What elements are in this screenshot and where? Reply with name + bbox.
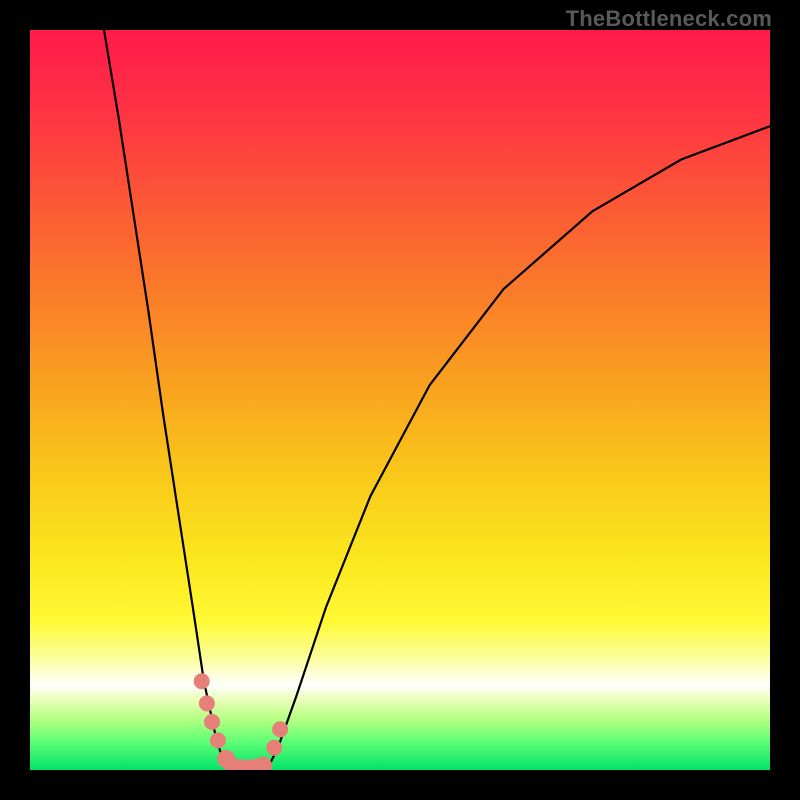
marker-point bbox=[204, 714, 220, 730]
marker-point bbox=[272, 721, 288, 737]
bottleneck-chart: TheBottleneck.com bbox=[0, 0, 800, 800]
marker-point bbox=[194, 673, 210, 689]
marker-point bbox=[210, 732, 226, 748]
highlighted-markers bbox=[194, 673, 288, 770]
marker-point bbox=[199, 695, 215, 711]
plot-area bbox=[30, 30, 770, 770]
watermark-text: TheBottleneck.com bbox=[566, 6, 772, 32]
marker-point bbox=[266, 740, 282, 756]
curve-left-branch bbox=[104, 30, 230, 770]
curve-layer bbox=[30, 30, 770, 770]
marker-point bbox=[254, 757, 272, 770]
curve-right-branch bbox=[267, 126, 770, 770]
